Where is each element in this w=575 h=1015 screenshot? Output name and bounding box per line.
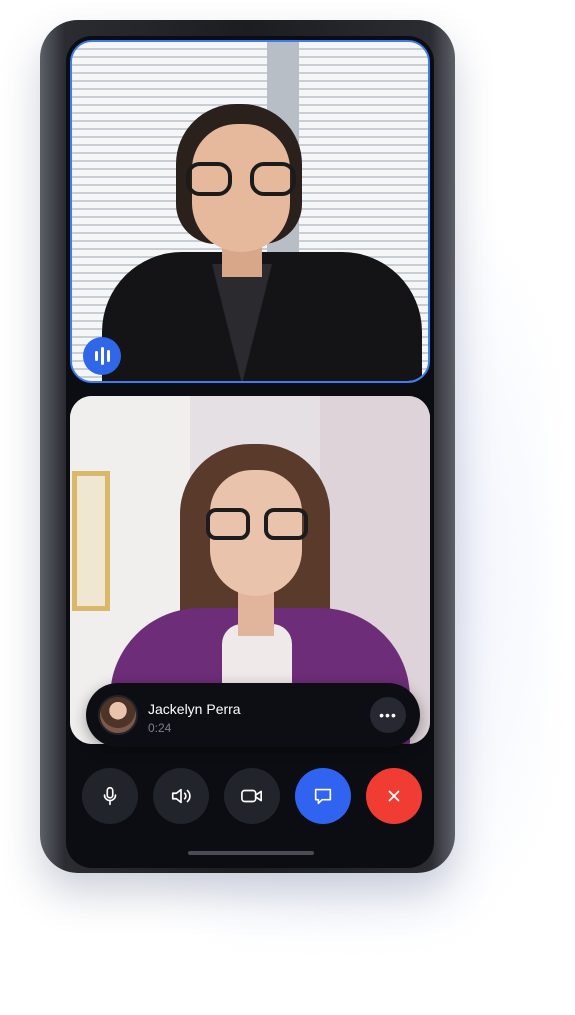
more-icon: •••: [379, 707, 397, 723]
microphone-icon: [103, 786, 117, 806]
speaker-button[interactable]: [153, 768, 209, 824]
phone-frame: Jackelyn Perra 0:24 •••: [40, 20, 455, 873]
wall-picture-frame: [72, 471, 110, 611]
home-indicator[interactable]: [188, 851, 314, 855]
microphone-button[interactable]: [82, 768, 138, 824]
chat-button[interactable]: [295, 768, 351, 824]
video-camera-icon: [241, 789, 262, 803]
caller-name: Jackelyn Perra: [148, 701, 241, 717]
chat-bubble-icon: [314, 788, 332, 805]
call-controls: [82, 768, 422, 824]
close-icon: [388, 790, 400, 802]
audio-wave-icon: [83, 337, 121, 375]
remote-video-tile-active-speaker[interactable]: [70, 40, 430, 383]
caller-info-bar: Jackelyn Perra 0:24 •••: [86, 683, 420, 747]
self-glasses: [204, 508, 310, 542]
end-call-button[interactable]: [366, 768, 422, 824]
caller-avatar: [98, 695, 138, 735]
participant-glasses: [184, 162, 298, 198]
call-screen: Jackelyn Perra 0:24 •••: [66, 36, 434, 868]
video-button[interactable]: [224, 768, 280, 824]
speaker-icon: [171, 788, 191, 804]
call-duration: 0:24: [148, 721, 172, 735]
more-options-button[interactable]: •••: [370, 697, 406, 733]
